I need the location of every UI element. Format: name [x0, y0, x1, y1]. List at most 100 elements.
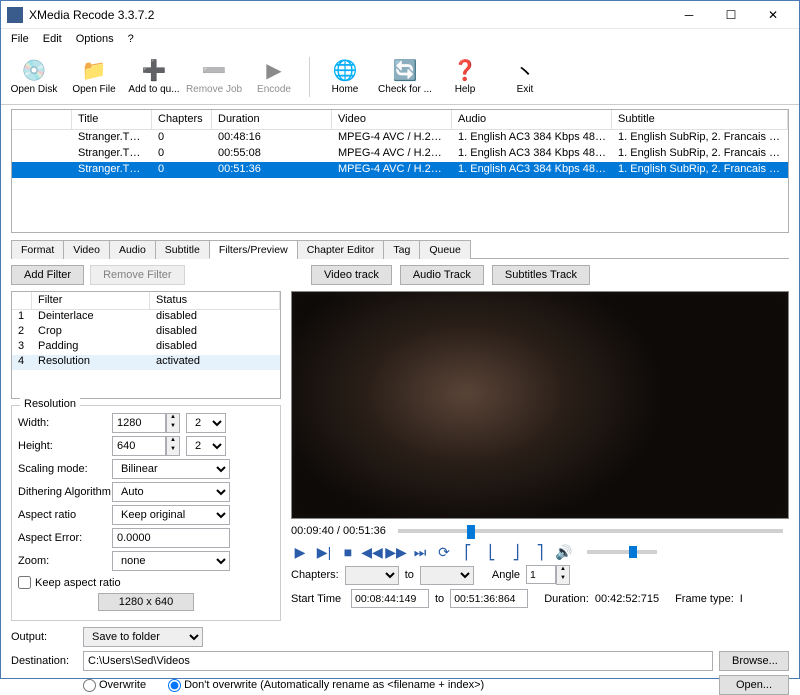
add-to-qu--icon: ➕: [142, 58, 166, 82]
tabs: FormatVideoAudioSubtitleFilters/PreviewC…: [11, 239, 789, 259]
tab-format[interactable]: Format: [11, 240, 64, 259]
chapter-to-select[interactable]: [420, 566, 474, 585]
dimension-button[interactable]: 1280 x 640: [98, 593, 194, 611]
end-time-input[interactable]: [450, 589, 528, 608]
next-icon[interactable]: ▶|: [315, 543, 333, 561]
col-header[interactable]: Chapters: [152, 110, 212, 129]
rewind-icon[interactable]: ◀◀: [363, 543, 381, 561]
home-icon: 🌐: [333, 58, 357, 82]
col-header[interactable]: [12, 110, 72, 129]
audio-track-button[interactable]: Audio Track: [400, 265, 484, 285]
scaling-select[interactable]: Bilinear: [112, 459, 230, 479]
menu-help[interactable]: ?: [122, 31, 140, 47]
volume-slider[interactable]: [587, 550, 657, 554]
browse-button[interactable]: Browse...: [719, 651, 789, 671]
toolbar-add-to-qu-[interactable]: ➕Add to qu...: [125, 52, 183, 102]
maximize-button[interactable]: ☐: [711, 5, 751, 25]
toolbar-home[interactable]: 🌐Home: [316, 52, 374, 102]
toolbar-check-for-[interactable]: 🔄Check for ...: [376, 52, 434, 102]
filter-row[interactable]: 3Paddingdisabled: [12, 340, 280, 355]
col-header[interactable]: Title: [72, 110, 152, 129]
loop-icon[interactable]: ⟳: [435, 543, 453, 561]
destination-input[interactable]: [83, 651, 713, 671]
menubar: File Edit Options ?: [1, 29, 799, 49]
file-grid[interactable]: TitleChaptersDurationVideoAudioSubtitle …: [11, 109, 789, 233]
aspect-select[interactable]: Keep original: [112, 505, 230, 525]
output-mode-select[interactable]: Save to folder: [83, 627, 203, 647]
filter-row[interactable]: 4Resolutionactivated: [12, 355, 280, 370]
tab-subtitle[interactable]: Subtitle: [155, 240, 210, 259]
menu-options[interactable]: Options: [70, 31, 120, 47]
menu-edit[interactable]: Edit: [37, 31, 68, 47]
mark-a-icon[interactable]: ⎣: [483, 543, 501, 561]
video-preview[interactable]: [291, 291, 789, 519]
toolbar-encode[interactable]: ▶Encode: [245, 52, 303, 102]
file-row[interactable]: Stranger.Things...000:55:08MPEG-4 AVC / …: [12, 146, 788, 162]
step-icon[interactable]: ⏭: [411, 543, 429, 561]
tab-chapter-editor[interactable]: Chapter Editor: [297, 240, 385, 259]
chapter-from-select[interactable]: [345, 566, 399, 585]
menu-file[interactable]: File: [5, 31, 35, 47]
add-filter-button[interactable]: Add Filter: [11, 265, 84, 285]
tab-video[interactable]: Video: [63, 240, 110, 259]
output-panel: Output: Save to folder Destination: Brow…: [11, 627, 789, 695]
angle-spinner[interactable]: ▲▼: [526, 565, 570, 585]
titlebar: XMedia Recode 3.3.7.2 ─ ☐ ✕: [1, 1, 799, 29]
filters-pane: Add Filter Remove Filter Filter Status 1…: [11, 259, 281, 621]
play-icon[interactable]: ▶: [291, 543, 309, 561]
remove-job-icon: ➖: [202, 58, 226, 82]
exit-icon: ⼂: [513, 58, 537, 82]
video-track-button[interactable]: Video track: [311, 265, 392, 285]
app-icon: [7, 7, 23, 23]
col-header[interactable]: Duration: [212, 110, 332, 129]
toolbar-help[interactable]: ❓Help: [436, 52, 494, 102]
col-header[interactable]: Video: [332, 110, 452, 129]
close-button[interactable]: ✕: [753, 5, 793, 25]
toolbar-remove-job[interactable]: ➖Remove Job: [185, 52, 243, 102]
tab-filters-preview[interactable]: Filters/Preview: [209, 240, 298, 259]
toolbar: 💿Open Disk📁Open File➕Add to qu...➖Remove…: [1, 49, 799, 105]
dont-overwrite-radio[interactable]: Don't overwrite (Automatically rename as…: [168, 679, 484, 692]
playback-position: 00:09:40 / 00:51:36: [291, 525, 386, 537]
open-disk-icon: 💿: [22, 58, 46, 82]
help-icon: ❓: [453, 58, 477, 82]
mark-in-icon[interactable]: ⎡: [459, 543, 477, 561]
overwrite-radio[interactable]: Overwrite: [83, 679, 146, 692]
subtitles-track-button[interactable]: Subtitles Track: [492, 265, 590, 285]
remove-filter-button[interactable]: Remove Filter: [90, 265, 184, 285]
stop-icon[interactable]: ■: [339, 543, 357, 561]
volume-icon[interactable]: 🔊: [555, 543, 573, 561]
tab-tag[interactable]: Tag: [383, 240, 420, 259]
toolbar-open-disk[interactable]: 💿Open Disk: [5, 52, 63, 102]
filter-row[interactable]: 1Deinterlacedisabled: [12, 310, 280, 325]
seek-slider[interactable]: [398, 529, 783, 533]
toolbar-exit[interactable]: ⼂Exit: [496, 52, 554, 102]
minimize-button[interactable]: ─: [669, 5, 709, 25]
file-row[interactable]: Stranger.Things...000:48:16MPEG-4 AVC / …: [12, 130, 788, 146]
file-row[interactable]: Stranger.Things...000:51:36MPEG-4 AVC / …: [12, 162, 788, 178]
toolbar-open-file[interactable]: 📁Open File: [65, 52, 123, 102]
resolution-group: Resolution Width: ▲▼ 2 Height: ▲▼ 2 Scal…: [11, 405, 281, 621]
window-title: XMedia Recode 3.3.7.2: [29, 8, 669, 22]
mark-out-icon[interactable]: ⎤: [531, 543, 549, 561]
forward-icon[interactable]: ▶▶: [387, 543, 405, 561]
start-time-input[interactable]: [351, 589, 429, 608]
open-file-icon: 📁: [82, 58, 106, 82]
mark-b-icon[interactable]: ⎦: [507, 543, 525, 561]
width-step[interactable]: 2: [186, 413, 226, 433]
tab-queue[interactable]: Queue: [419, 240, 471, 259]
dither-select[interactable]: Auto: [112, 482, 230, 502]
height-step[interactable]: 2: [186, 436, 226, 456]
encode-icon: ▶: [262, 58, 286, 82]
height-spinner[interactable]: ▲▼: [112, 436, 180, 456]
filter-list[interactable]: Filter Status 1Deinterlacedisabled2Cropd…: [11, 291, 281, 399]
filter-row[interactable]: 2Cropdisabled: [12, 325, 280, 340]
aspect-error-input[interactable]: [112, 528, 230, 548]
zoom-select[interactable]: none: [112, 551, 230, 571]
col-header[interactable]: Subtitle: [612, 110, 788, 129]
col-header[interactable]: Audio: [452, 110, 612, 129]
keep-aspect-checkbox[interactable]: [18, 576, 31, 589]
tab-audio[interactable]: Audio: [109, 240, 156, 259]
open-button[interactable]: Open...: [719, 675, 789, 695]
width-spinner[interactable]: ▲▼: [112, 413, 180, 433]
